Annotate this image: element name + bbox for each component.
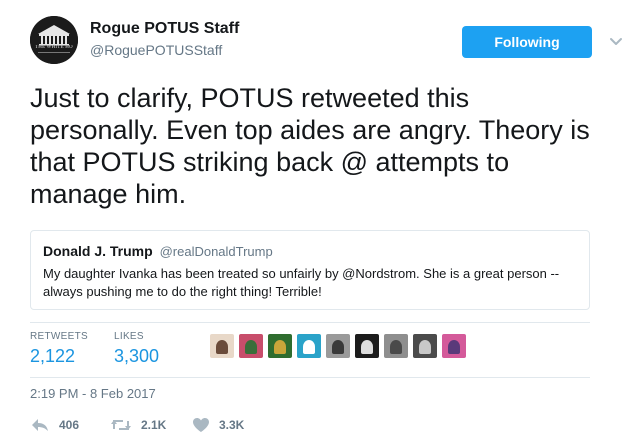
likes-count: 3,300	[114, 346, 160, 366]
liker-avatar-7[interactable]	[384, 334, 408, 358]
tweet-header: THE WHITE HOUSE Rogue POTUS Staff @Rogue…	[30, 16, 622, 64]
liker-avatar-detail	[216, 340, 228, 354]
like-count: 3.3K	[219, 418, 245, 432]
liker-avatar-detail	[332, 340, 344, 354]
quoted-tweet-header: Donald J. Trump @realDonaldTrump	[43, 243, 273, 259]
liker-avatar-detail	[361, 340, 373, 354]
liker-avatar-8[interactable]	[413, 334, 437, 358]
reply-button[interactable]: 406	[30, 414, 79, 436]
tweet-text: Just to clarify, POTUS retweeted this pe…	[30, 83, 590, 209]
white-house-logo	[30, 16, 78, 64]
retweets-stat[interactable]: RETWEETS 2,122	[30, 331, 88, 367]
like-button[interactable]: 3.3K	[192, 414, 244, 436]
retweet-button[interactable]: 2.1K	[110, 414, 166, 436]
liker-avatar-detail	[274, 340, 286, 354]
author-display-name[interactable]: Rogue POTUS Staff	[90, 20, 239, 38]
likes-stat[interactable]: LIKES 3,300	[114, 331, 159, 367]
author-handle[interactable]: @RoguePOTUSStaff	[90, 42, 222, 58]
liker-avatar-detail	[419, 340, 431, 354]
liker-avatar-6[interactable]	[355, 334, 379, 358]
heart-icon	[193, 418, 209, 432]
tweet-timestamp[interactable]: 2:19 PM - 8 Feb 2017	[30, 386, 156, 401]
following-button[interactable]: Following	[462, 26, 592, 58]
more-options-caret[interactable]	[605, 30, 622, 52]
liker-avatar-9[interactable]	[442, 334, 466, 358]
quoted-display-name: Donald J. Trump	[43, 243, 153, 259]
author-avatar[interactable]: THE WHITE HOUSE	[30, 16, 78, 64]
liker-avatar-4[interactable]	[297, 334, 321, 358]
retweet-icon	[111, 420, 131, 430]
liker-avatar-detail	[303, 340, 315, 354]
retweets-count: 2,122	[30, 346, 76, 366]
liker-avatar-detail	[390, 340, 402, 354]
liker-avatar-detail	[448, 340, 460, 354]
tweet-stats: RETWEETS 2,122 LIKES 3,300	[30, 322, 590, 378]
retweets-label: RETWEETS	[30, 331, 88, 342]
liker-avatar-3[interactable]	[268, 334, 292, 358]
avatar-caption: THE WHITE HOUSE	[35, 45, 73, 50]
retweet-count: 2.1K	[141, 418, 167, 432]
chevron-down-icon	[610, 38, 622, 45]
quoted-handle: @realDonaldTrump	[159, 244, 273, 259]
reply-icon	[32, 419, 48, 431]
reply-count: 406	[59, 418, 80, 432]
liker-avatar-5[interactable]	[326, 334, 350, 358]
tweet-actions: 406 2.1K 3.3K	[30, 414, 330, 438]
liker-avatar-2[interactable]	[239, 334, 263, 358]
likes-label: LIKES	[114, 331, 144, 342]
quoted-tweet-text: My daughter Ivanka has been treated so u…	[43, 266, 560, 299]
liker-avatar-detail	[245, 340, 257, 354]
liker-avatar-1[interactable]	[210, 334, 234, 358]
quoted-tweet[interactable]: Donald J. Trump @realDonaldTrump My daug…	[30, 230, 590, 310]
